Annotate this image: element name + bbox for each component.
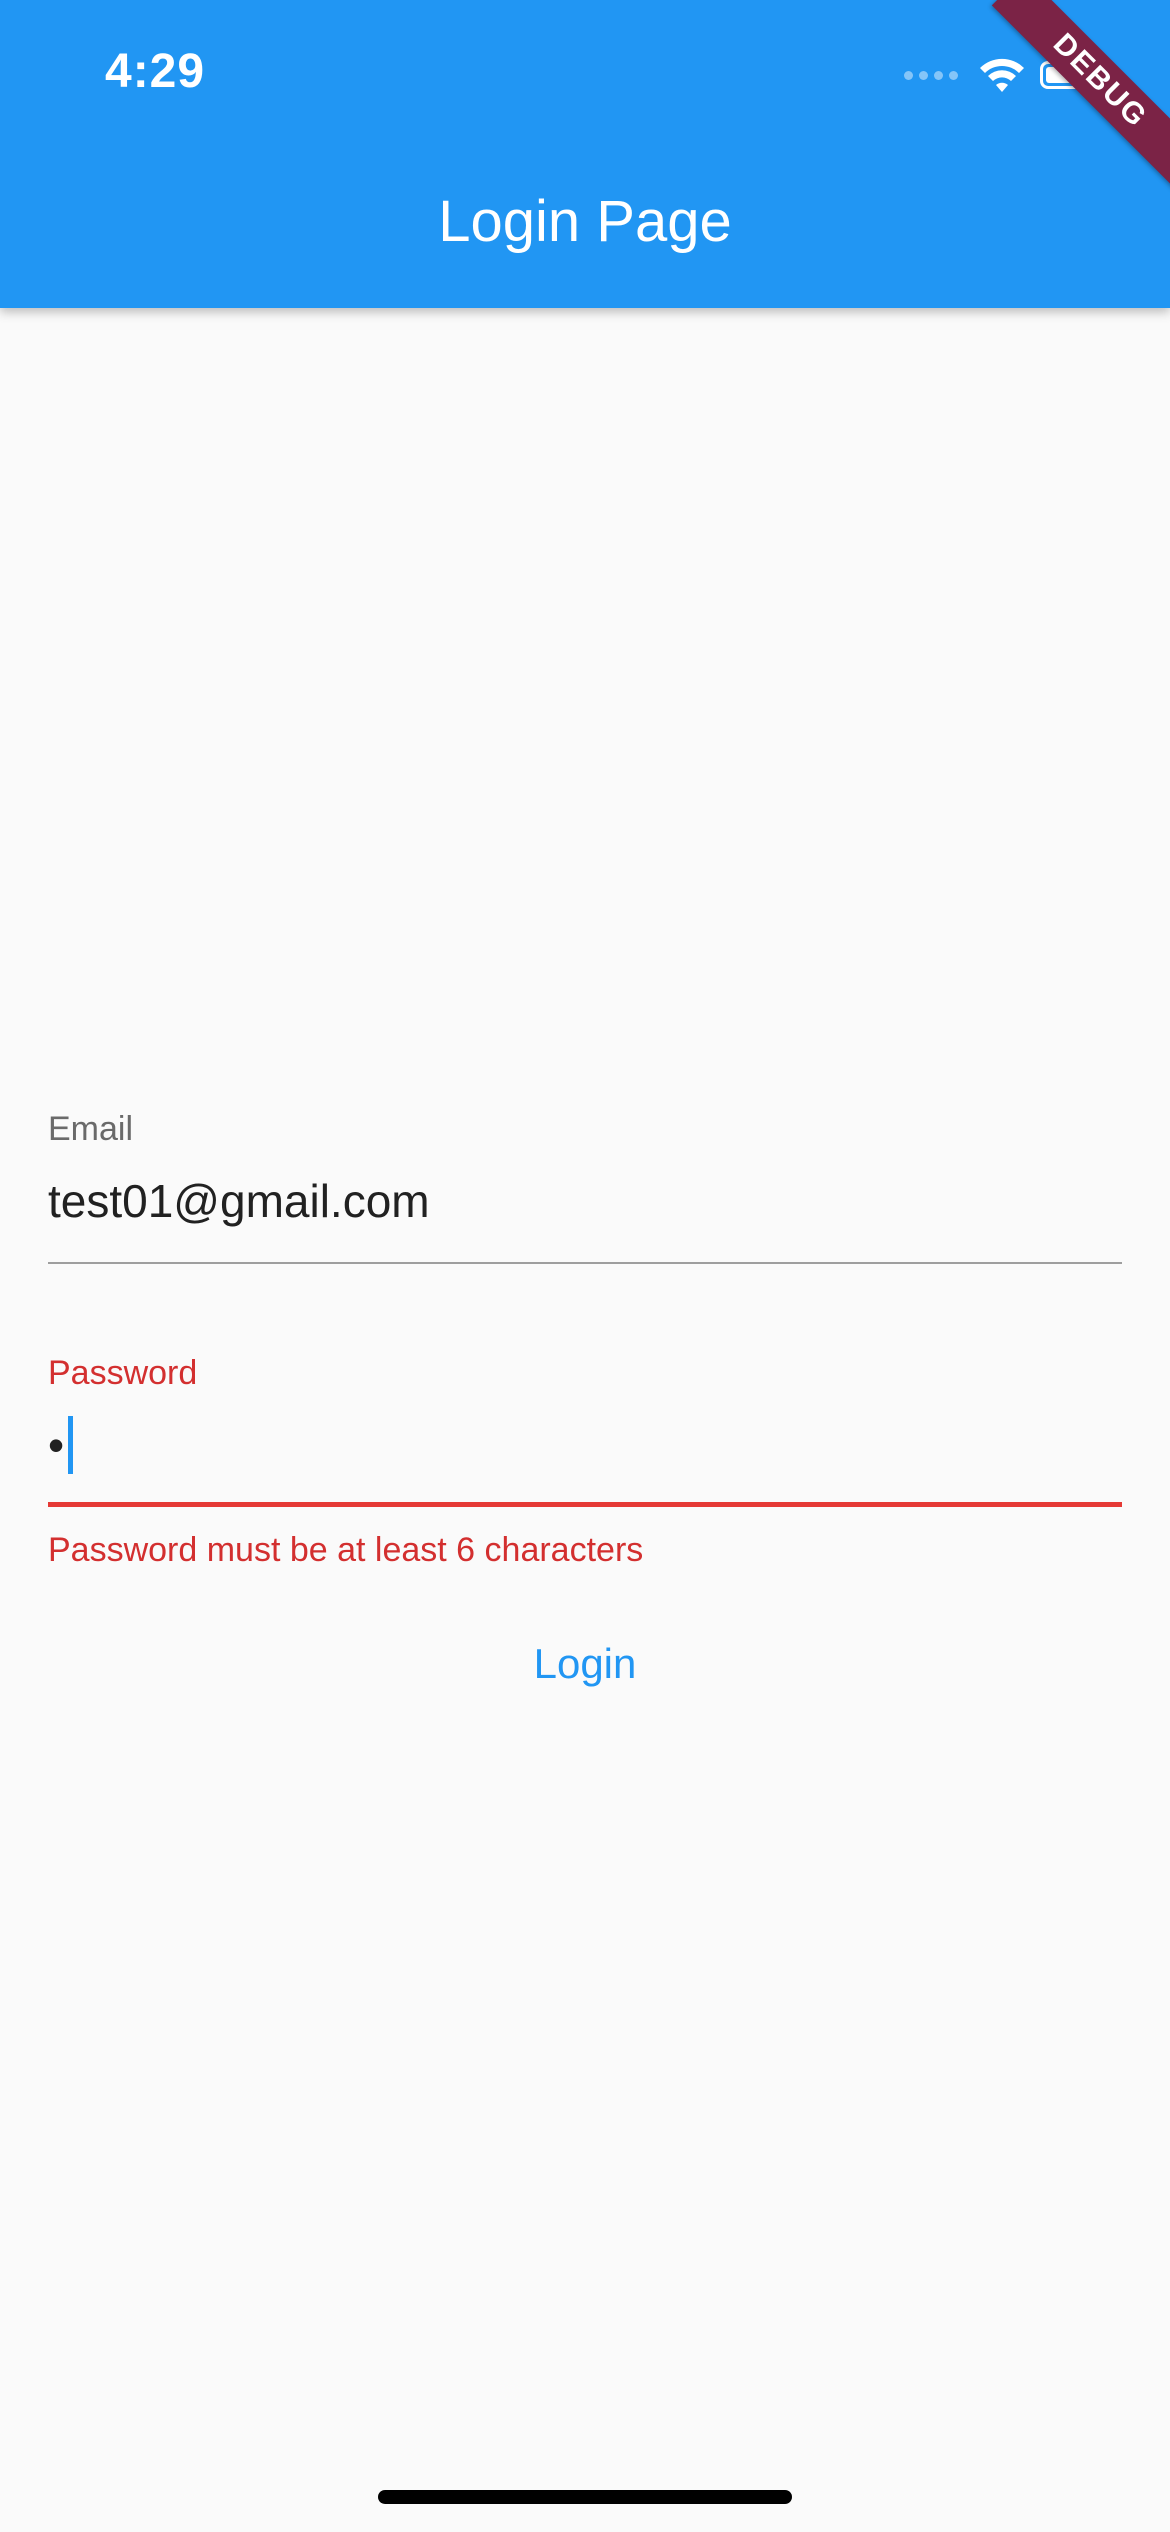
password-label: Password [48, 1354, 198, 1392]
password-masked-value: • [48, 1419, 65, 1471]
password-underline [48, 1502, 1122, 1507]
password-field[interactable]: Password • Password must be at least 6 c… [48, 1354, 1122, 1570]
email-input[interactable]: test01@gmail.com [48, 1170, 1122, 1232]
email-field[interactable]: Email test01@gmail.com [48, 1110, 1122, 1264]
text-caret [68, 1416, 74, 1474]
password-input[interactable]: • [48, 1414, 1122, 1476]
password-error-message: Password must be at least 6 characters [48, 1531, 644, 1569]
login-button[interactable]: Login [0, 1640, 1170, 1688]
screen: 4:29 Login Page DEBUG Email test01@gmail… [0, 0, 1170, 2532]
page-title: Login Page [438, 189, 732, 254]
email-label: Email [48, 1110, 134, 1148]
cellular-signal-icon [904, 70, 958, 80]
login-form: Email test01@gmail.com Password • Passwo… [48, 1110, 1122, 1570]
app-bar: 4:29 Login Page [0, 0, 1170, 308]
email-underline [48, 1262, 1122, 1264]
wifi-icon [980, 58, 1024, 92]
home-indicator[interactable] [378, 2490, 792, 2504]
status-time: 4:29 [105, 45, 206, 98]
